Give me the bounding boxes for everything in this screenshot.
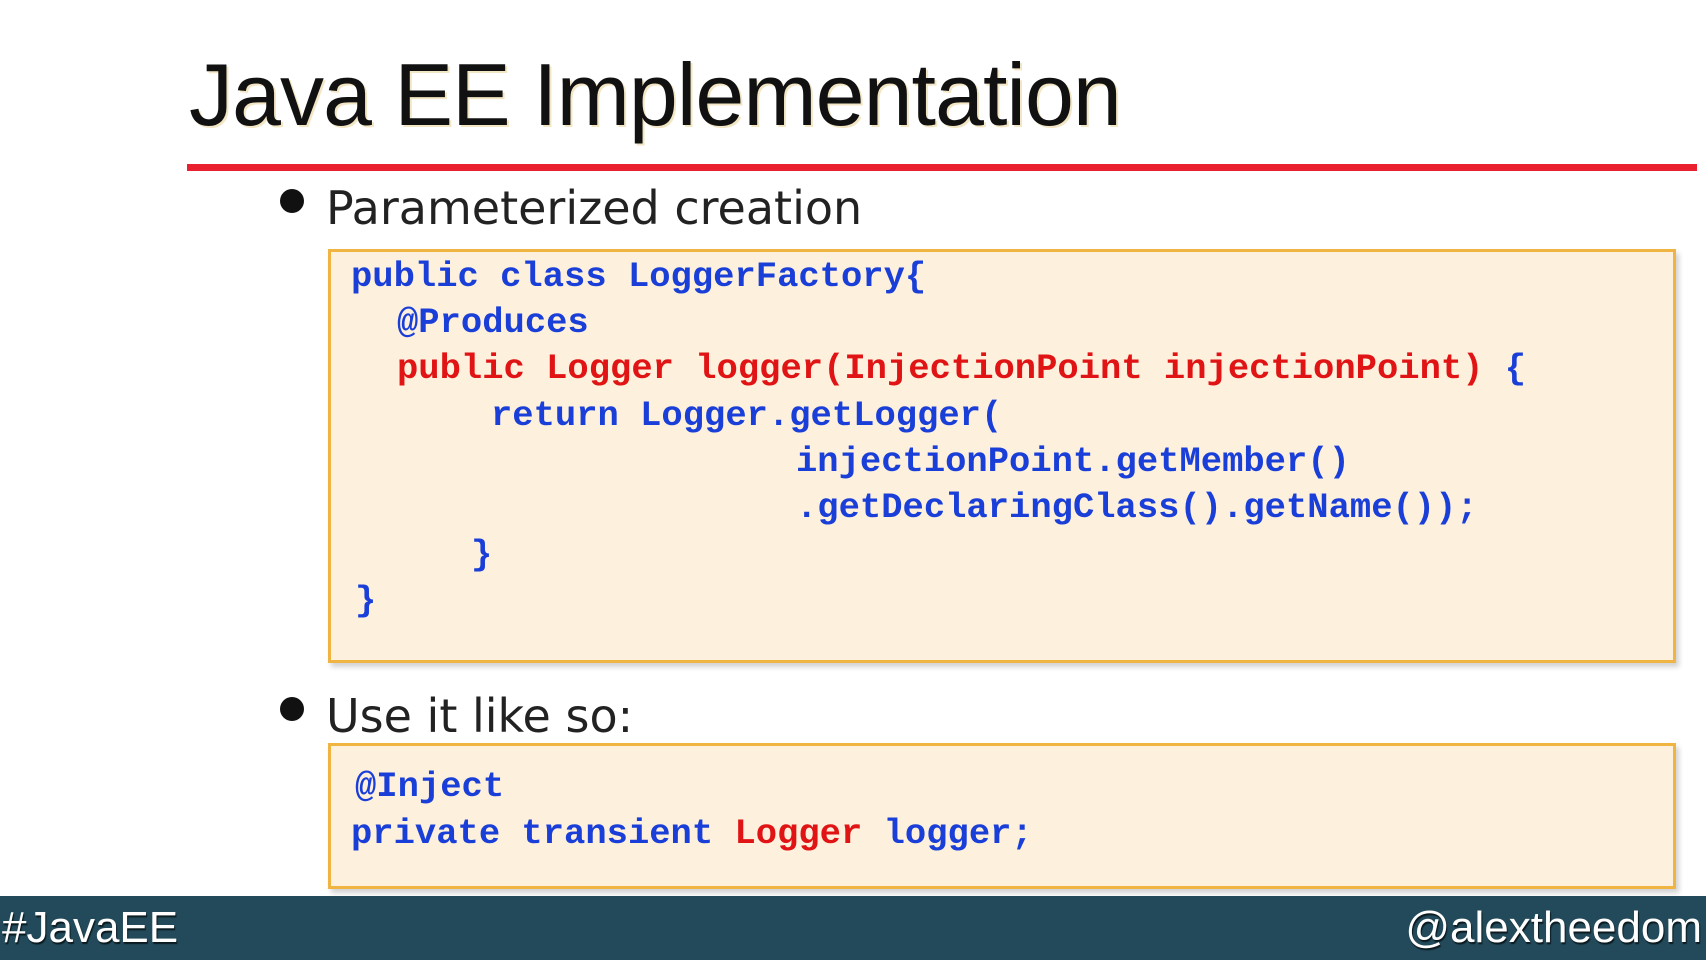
code-token: private transient: [351, 813, 735, 854]
slide-title: Java EE Implementation: [189, 45, 1122, 144]
bullet-dot-icon: [280, 697, 304, 721]
footer-bar: #JavaEE @alextheedom: [0, 896, 1706, 960]
code-line: injectionPoint.getMember(): [796, 441, 1350, 482]
footer-hashtag: #JavaEE: [2, 903, 179, 952]
code-token: {: [1483, 348, 1527, 389]
code-line: }: [355, 580, 377, 621]
code-highlight: Logger: [734, 813, 863, 854]
code-line: @Produces: [397, 302, 589, 343]
bullet-text: Use it like so:: [326, 689, 634, 743]
bullet-parameterized-creation: Parameterized creation: [280, 178, 862, 238]
code-token: logger;: [862, 813, 1033, 854]
bullet-use-it-like-so: Use it like so:: [280, 686, 633, 746]
code-line: public Logger logger(InjectionPoint inje…: [397, 346, 1526, 392]
code-highlight: public Logger logger(InjectionPoint inje…: [397, 348, 1484, 389]
code-block-logger-factory: public class LoggerFactory{ @Produces pu…: [328, 249, 1676, 663]
bullet-dot-icon: [280, 189, 304, 213]
code-line: return Logger.getLogger(: [491, 395, 1003, 436]
code-line: private transient Logger logger;: [351, 811, 1033, 857]
slide: Java EE Implementation Parameterized cre…: [0, 0, 1706, 960]
code-line: }: [471, 534, 493, 575]
code-line: @Inject: [355, 766, 505, 807]
code-line: .getDeclaringClass().getName());: [796, 487, 1478, 528]
title-divider: [187, 164, 1697, 171]
footer-twitter-handle: @alextheedom: [1405, 903, 1702, 952]
bullet-text: Parameterized creation: [326, 181, 863, 235]
code-line: public class LoggerFactory{: [351, 256, 927, 297]
code-block-inject-usage: @Inject private transient Logger logger;: [328, 743, 1676, 889]
